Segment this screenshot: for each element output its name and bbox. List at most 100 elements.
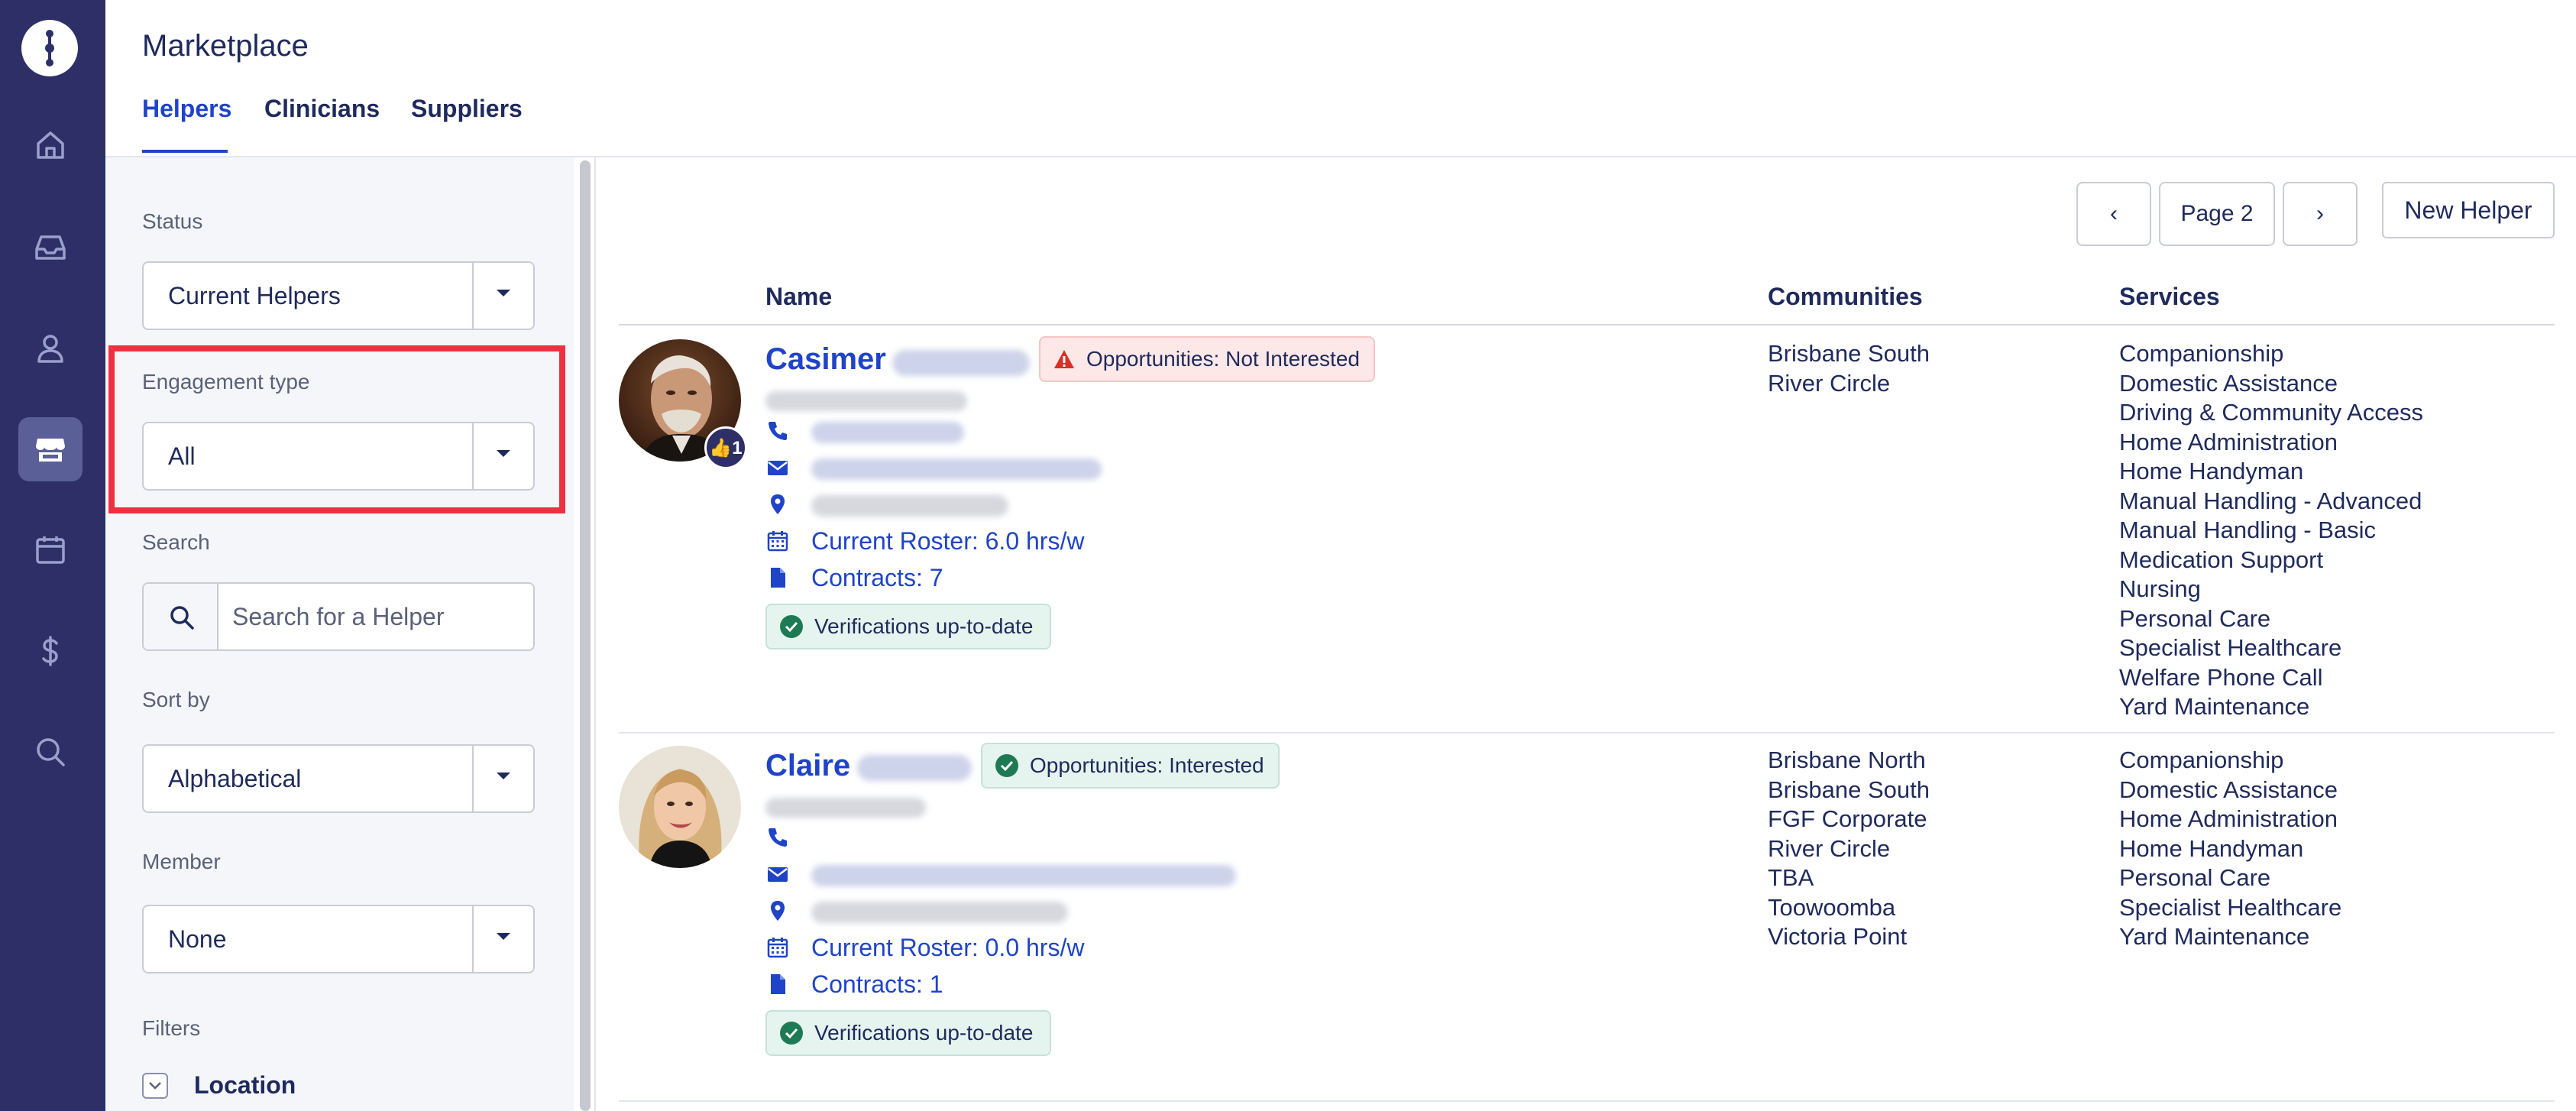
service-item: Specialist Healthcare [2119,893,2342,921]
community-item: FGF Corporate [1768,805,1927,832]
table-row[interactable]: 👍1 Casimer Opportunities: Not Interested… [619,336,2555,734]
location-filter-label[interactable]: Location [194,1071,296,1100]
redacted-address [811,495,1008,517]
status-label: Status [142,209,203,233]
services-cell: Companionship Domestic Assistance Home A… [2119,746,2341,952]
column-header-services: Services [2119,283,2220,310]
community-item: Victoria Point [1768,923,1908,950]
service-item: Domestic Assistance [2119,369,2338,397]
calendar-icon [767,531,788,552]
community-item: Toowoomba [1768,893,1896,921]
filter-sidebar: Status Current Helpers Engagement type A… [105,157,574,1111]
phone-icon [769,422,787,440]
scrollbar-thumb[interactable] [580,160,591,1111]
status-select[interactable]: Current Helpers [142,261,535,330]
helper-search [142,582,535,651]
sort-by-value: Alphabetical [168,765,302,792]
current-roster-link[interactable]: Current Roster: 0.0 hrs/w [811,934,1084,962]
sidebar-scrollbar[interactable] [574,157,596,1111]
service-item: Personal Care [2119,864,2271,891]
document-icon [771,568,785,588]
contracts-link[interactable]: Contracts: 7 [811,564,943,592]
services-cell: Companionship Domestic Assistance Drivin… [2119,339,2423,722]
verification-text: Verifications up-to-date [814,614,1034,638]
opportunity-status-badge: Opportunities: Interested [981,743,1280,789]
service-item: Yard Maintenance [2119,693,2310,720]
service-item: Home Administration [2119,805,2338,832]
engagement-type-value: All [168,442,196,470]
service-item: Yard Maintenance [2119,923,2310,950]
community-item: Brisbane North [1768,747,1926,773]
chevron-down-icon[interactable] [472,746,533,811]
redacted-surname [892,350,1030,376]
row-divider [619,1100,2555,1102]
verification-badge: Verifications up-to-date [765,1010,1052,1056]
next-page-button[interactable]: › [2283,182,2358,246]
store-icon[interactable] [18,417,83,481]
status-value: Current Helpers [168,282,341,309]
sort-by-select[interactable]: Alphabetical [142,744,535,813]
redacted-phone [811,422,964,443]
sort-by-label: Sort by [142,688,210,711]
community-item: Brisbane South [1768,776,1930,803]
member-value: None [168,925,227,953]
helper-name-link[interactable]: Claire [765,749,850,783]
table-header-divider [619,324,2555,326]
person-icon[interactable] [18,316,83,381]
table-row[interactable]: Claire Opportunities: Interested Current… [619,743,2555,1102]
email-icon [768,867,788,882]
search-input[interactable] [220,584,533,649]
column-header-communities: Communities [1768,283,1923,310]
member-select[interactable]: None [142,905,535,973]
tab-helpers[interactable]: Helpers [142,95,231,123]
communities-cell: Brisbane North Brisbane South FGF Corpor… [1768,746,1930,952]
community-item: River Circle [1768,834,1891,862]
filters-label: Filters [142,1016,201,1040]
home-icon[interactable] [18,113,83,177]
page-title: Marketplace [142,29,309,63]
engagement-type-select[interactable]: All [142,422,535,491]
service-item: Specialist Healthcare [2119,634,2342,661]
location-pin-icon [771,901,785,921]
avatar[interactable] [619,746,741,868]
likes-badge: 👍1 [704,426,747,469]
opportunity-status-text: Opportunities: Not Interested [1086,347,1360,371]
document-icon [771,974,785,994]
warning-icon [1054,350,1074,368]
service-item: Nursing [2119,575,2201,602]
new-helper-button[interactable]: New Helper [2382,182,2555,238]
check-circle-icon [780,1022,803,1045]
calendar-icon[interactable] [18,518,83,582]
app-nav-rail [0,0,105,1111]
chevron-down-icon[interactable] [472,263,533,329]
redacted-subtitle [765,798,926,818]
check-circle-icon [995,754,1018,777]
search-icon[interactable] [144,584,218,649]
service-item: Driving & Community Access [2119,399,2423,426]
email-icon [768,461,788,475]
inbox-icon[interactable] [18,215,83,280]
service-item: Manual Handling - Advanced [2119,487,2422,514]
redacted-surname [857,755,972,781]
search-icon[interactable] [18,720,83,784]
contracts-link[interactable]: Contracts: 1 [811,970,943,999]
calendar-icon [767,938,788,958]
chevron-down-icon[interactable] [472,906,533,972]
expand-location-toggle[interactable] [142,1073,168,1099]
community-item: Brisbane South [1768,340,1930,367]
tab-suppliers[interactable]: Suppliers [411,95,523,123]
helper-name-link[interactable]: Casimer [765,342,886,377]
verification-badge: Verifications up-to-date [765,604,1052,649]
service-item: Domestic Assistance [2119,776,2338,803]
previous-page-button[interactable]: ‹ [2076,182,2151,246]
dollar-icon[interactable] [18,619,83,683]
page-indicator[interactable]: Page 2 [2159,182,2275,246]
chevron-down-icon[interactable] [472,423,533,489]
opportunity-status-badge: Opportunities: Not Interested [1039,336,1375,382]
logo-icon[interactable] [21,20,78,76]
redacted-email [811,458,1102,480]
tab-clinicians[interactable]: Clinicians [264,95,380,123]
current-roster-link[interactable]: Current Roster: 6.0 hrs/w [811,527,1084,556]
search-label: Search [142,530,210,554]
verification-text: Verifications up-to-date [814,1021,1034,1045]
